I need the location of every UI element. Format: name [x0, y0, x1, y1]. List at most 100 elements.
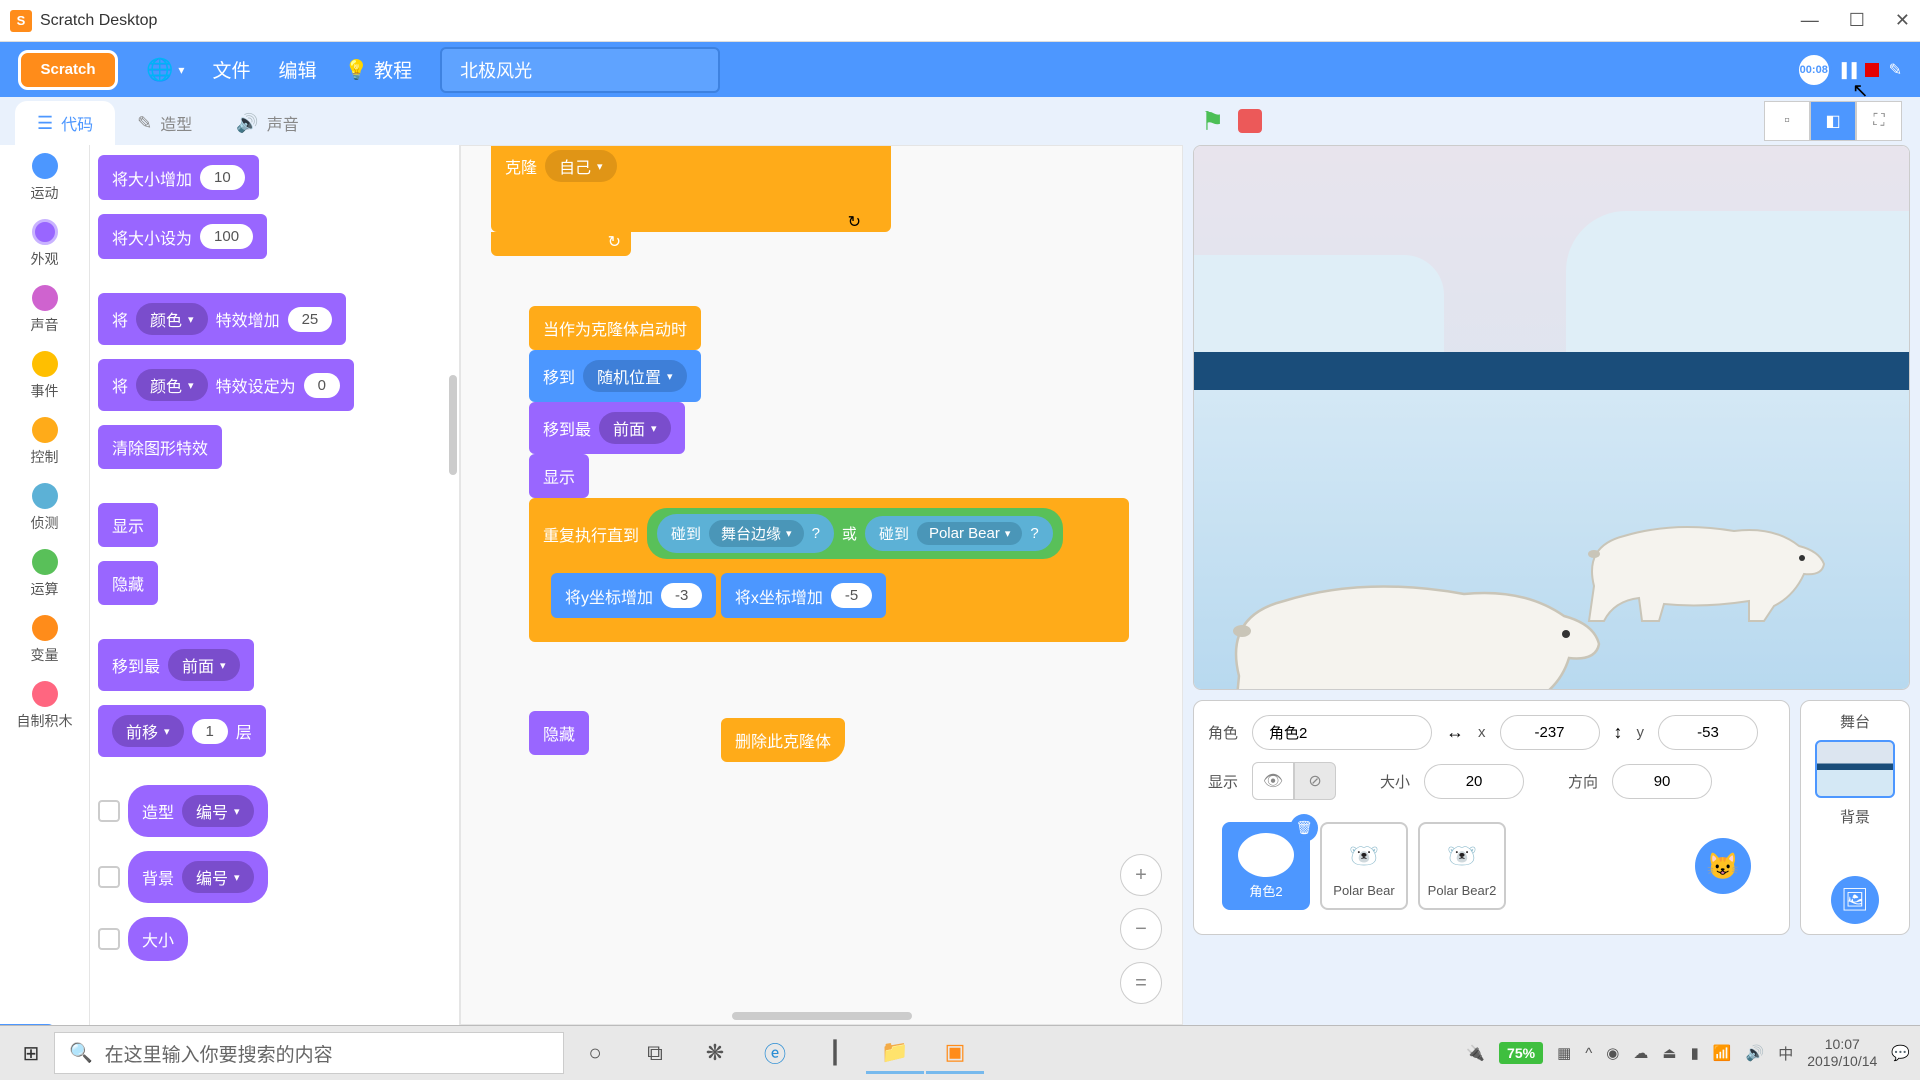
- block-change-y[interactable]: 将y坐标增加-3: [551, 573, 716, 618]
- tray-volume-icon[interactable]: 🔊: [1746, 1044, 1765, 1062]
- block-goto-front[interactable]: 移到最前面: [529, 402, 685, 454]
- stage[interactable]: [1193, 145, 1910, 690]
- zoom-reset-button[interactable]: =: [1120, 962, 1162, 1004]
- battery-percent[interactable]: 75%: [1499, 1042, 1543, 1064]
- block-hide-ws[interactable]: 隐藏: [529, 711, 589, 755]
- pause-icon[interactable]: ▌▌: [1842, 62, 1862, 78]
- operator-or[interactable]: 碰到舞台边缘? 或 碰到Polar Bear?: [647, 508, 1063, 559]
- project-name-input[interactable]: 北极风光: [440, 47, 720, 93]
- block-change-effect[interactable]: 将颜色特效增加25: [98, 293, 346, 345]
- category-sound[interactable]: 声音: [31, 285, 59, 335]
- green-flag-button[interactable]: ⚑: [1201, 106, 1224, 137]
- category-looks[interactable]: 外观: [31, 219, 59, 269]
- stage-small-button[interactable]: ▫: [1764, 101, 1810, 141]
- block-delete-clone[interactable]: 删除此克隆体: [721, 718, 845, 762]
- sprite-tile-2[interactable]: 🐻‍❄️ Polar Bear: [1320, 822, 1408, 910]
- add-backdrop-button[interactable]: 🖼: [1831, 876, 1879, 924]
- block-when-clone-starts[interactable]: 当作为克隆体启动时: [529, 306, 701, 350]
- size-reporter-checkbox[interactable]: [98, 928, 120, 950]
- block-set-effect[interactable]: 将颜色特效设定为0: [98, 359, 354, 411]
- cortana-icon[interactable]: ○: [566, 1032, 624, 1074]
- tray-wifi-icon[interactable]: 📶: [1713, 1044, 1732, 1062]
- workspace-scrollbar-h[interactable]: [732, 1012, 912, 1020]
- delete-sprite-button[interactable]: 🗑: [1290, 814, 1318, 842]
- script-workspace[interactable]: 克隆自己 ↻ ↻ 当作为克隆体启动时 移到随机位置 移到最前面 显示 重复执行直…: [460, 145, 1183, 1025]
- sprite-polar-bear[interactable]: [1214, 516, 1614, 690]
- block-set-size-to[interactable]: 将大小设为100: [98, 214, 267, 259]
- stage-large-button[interactable]: ◧: [1810, 101, 1856, 141]
- reporter-backdrop[interactable]: 背景编号: [128, 851, 268, 903]
- block-clear-effects[interactable]: 清除图形特效: [98, 425, 222, 469]
- backdrop-reporter-checkbox[interactable]: [98, 866, 120, 888]
- sprite-direction-input[interactable]: [1612, 764, 1712, 799]
- sensing-touching-bear[interactable]: 碰到Polar Bear?: [865, 516, 1053, 551]
- zoom-in-button[interactable]: +: [1120, 854, 1162, 896]
- block-show-ws[interactable]: 显示: [529, 454, 589, 498]
- block-hide[interactable]: 隐藏: [98, 561, 158, 605]
- block-go-layers[interactable]: 前移1层: [98, 705, 266, 757]
- taskbar-ie[interactable]: ⓔ: [746, 1032, 804, 1074]
- sprite-y-input[interactable]: [1658, 715, 1758, 750]
- tray-cloud-icon[interactable]: ☁: [1633, 1044, 1648, 1062]
- block-goto-random[interactable]: 移到随机位置: [529, 350, 701, 402]
- show-sprite-button[interactable]: 👁: [1252, 762, 1294, 800]
- reporter-size[interactable]: 大小: [128, 917, 188, 961]
- block-change-size-by[interactable]: 将大小增加10: [98, 155, 259, 200]
- sprite-x-input[interactable]: [1500, 715, 1600, 750]
- taskview-icon[interactable]: ⧉: [626, 1032, 684, 1074]
- menu-edit[interactable]: 编辑: [278, 56, 316, 83]
- stage-fullscreen-button[interactable]: ⛶: [1856, 101, 1902, 141]
- sprite-tile-1[interactable]: 🗑 角色2: [1222, 822, 1310, 910]
- sensing-touching-edge[interactable]: 碰到舞台边缘?: [657, 514, 834, 553]
- language-button[interactable]: 🌐▾: [146, 57, 184, 83]
- menu-tutorials[interactable]: 💡教程: [344, 56, 412, 83]
- add-sprite-button[interactable]: 😺: [1695, 838, 1751, 894]
- stage-thumbnail[interactable]: [1815, 740, 1895, 798]
- power-icon[interactable]: 🔌: [1466, 1044, 1485, 1062]
- category-myblocks[interactable]: 自制积木: [17, 681, 73, 731]
- category-operators[interactable]: 运算: [31, 549, 59, 599]
- tab-sounds[interactable]: 🔊声音: [214, 101, 320, 145]
- sprite-tile-3[interactable]: 🐻‍❄️ Polar Bear2: [1418, 822, 1506, 910]
- block-palette[interactable]: 将大小增加10 将大小设为100 将颜色特效增加25 将颜色特效设定为0 清除图…: [90, 145, 460, 1025]
- taskbar-scratch[interactable]: ▣: [926, 1032, 984, 1074]
- category-events[interactable]: 事件: [31, 351, 59, 401]
- block-show[interactable]: 显示: [98, 503, 158, 547]
- hide-sprite-button[interactable]: ⊘: [1294, 762, 1336, 800]
- category-sensing[interactable]: 侦测: [31, 483, 59, 533]
- tray-battery-icon[interactable]: ▮: [1691, 1044, 1699, 1062]
- reporter-costume[interactable]: 造型编号: [128, 785, 268, 837]
- taskbar-app-1[interactable]: ❋: [686, 1032, 744, 1074]
- tray-expand-icon[interactable]: ^: [1585, 1045, 1592, 1062]
- block-goto-layer[interactable]: 移到最前面: [98, 639, 254, 691]
- close-button[interactable]: ✕: [1895, 10, 1910, 31]
- taskbar-search[interactable]: 🔍在这里输入你要搜索的内容: [54, 1032, 564, 1074]
- block-clone[interactable]: 克隆自己: [505, 150, 617, 182]
- notification-icon[interactable]: 💬: [1891, 1044, 1910, 1062]
- block-repeat-until[interactable]: 重复执行直到 碰到舞台边缘? 或 碰到Polar Bear?: [529, 498, 1077, 569]
- minimize-button[interactable]: —: [1801, 10, 1819, 31]
- taskbar-clock[interactable]: 10:07 2019/10/14: [1807, 1036, 1877, 1070]
- start-button[interactable]: ⊞: [10, 1033, 52, 1073]
- zoom-out-button[interactable]: −: [1120, 908, 1162, 950]
- maximize-button[interactable]: ☐: [1849, 10, 1865, 31]
- costume-reporter-checkbox[interactable]: [98, 800, 120, 822]
- stop-record-button[interactable]: [1865, 63, 1879, 77]
- block-change-x[interactable]: 将x坐标增加-5: [721, 573, 886, 618]
- category-variables[interactable]: 变量: [31, 615, 59, 665]
- stop-button[interactable]: [1238, 109, 1262, 133]
- palette-scrollbar[interactable]: [449, 375, 457, 475]
- pencil-icon[interactable]: ✎: [1889, 60, 1902, 80]
- tray-usb-icon[interactable]: ⏏: [1662, 1044, 1676, 1062]
- sprite-name-input[interactable]: [1252, 715, 1432, 750]
- ime-indicator[interactable]: 中: [1778, 1043, 1793, 1064]
- menu-file[interactable]: 文件: [212, 56, 250, 83]
- sprite-size-input[interactable]: [1424, 764, 1524, 799]
- taskbar-explorer[interactable]: 📁: [866, 1032, 924, 1074]
- category-motion[interactable]: 运动: [31, 153, 59, 203]
- tray-icon-2[interactable]: ◉: [1606, 1044, 1619, 1062]
- tab-code[interactable]: ☰代码: [15, 101, 115, 145]
- tray-icon-1[interactable]: ▦: [1557, 1044, 1571, 1062]
- category-control[interactable]: 控制: [31, 417, 59, 467]
- tab-costumes[interactable]: ✎造型: [115, 101, 214, 145]
